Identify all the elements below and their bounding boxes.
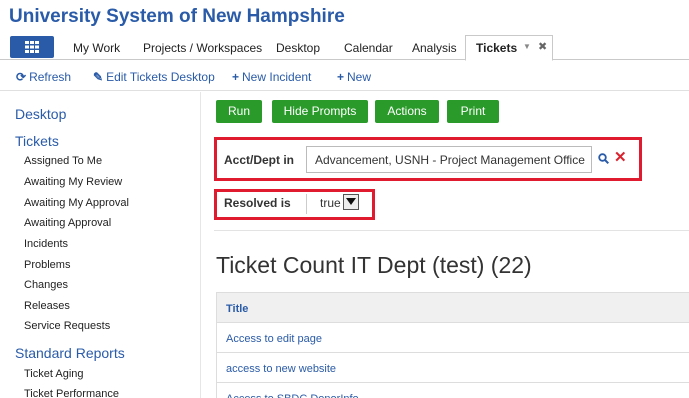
close-icon[interactable]: ✖ bbox=[538, 40, 547, 53]
table-row[interactable]: access to new website bbox=[216, 353, 689, 383]
sidebar-item-awaiting-approval[interactable]: Awaiting Approval bbox=[24, 217, 111, 229]
tab-my-work[interactable]: My Work bbox=[73, 41, 120, 55]
toolbar: ⟳ Refresh ✎ Edit Tickets Desktop + New Inci… bbox=[0, 61, 689, 91]
report-panel: Run Hide Prompts Actions Print Acct/Dept… bbox=[200, 92, 689, 398]
sidebar-item-service-requests[interactable]: Service Requests bbox=[24, 320, 110, 332]
sidebar-item-changes[interactable]: Changes bbox=[24, 279, 68, 291]
search-icon[interactable] bbox=[598, 153, 609, 164]
sidebar-item-ticket-performance[interactable]: Ticket Performance bbox=[24, 388, 119, 398]
new-incident-button[interactable]: + New Incident bbox=[232, 70, 311, 84]
table-row[interactable]: Access to SBDC DonorInfo bbox=[216, 383, 689, 398]
new-button[interactable]: + New bbox=[337, 70, 371, 84]
sidebar-desktop[interactable]: Desktop bbox=[15, 106, 66, 122]
run-button[interactable]: Run bbox=[216, 100, 262, 123]
new-incident-label: New Incident bbox=[242, 70, 312, 84]
dropdown-arrow-icon[interactable] bbox=[343, 194, 359, 210]
sidebar-item-awaiting-my-approval[interactable]: Awaiting My Approval bbox=[24, 197, 129, 209]
refresh-button[interactable]: ⟳ Refresh bbox=[16, 70, 71, 84]
sidebar-item-releases[interactable]: Releases bbox=[24, 300, 70, 312]
resolved-label: Resolved is bbox=[224, 196, 291, 210]
chevron-down-icon[interactable]: ▼ bbox=[523, 42, 531, 51]
sidebar-item-assigned-to-me[interactable]: Assigned To Me bbox=[24, 155, 102, 167]
tab-tickets[interactable]: Tickets ▼ ✖ bbox=[465, 35, 553, 61]
refresh-label: Refresh bbox=[29, 70, 72, 84]
edit-desktop-button[interactable]: ✎ Edit Tickets Desktop bbox=[93, 70, 215, 84]
sidebar-item-ticket-aging[interactable]: Ticket Aging bbox=[24, 368, 84, 380]
tab-projects-workspaces[interactable]: Projects / Workspaces bbox=[143, 41, 262, 55]
plus-icon: + bbox=[337, 70, 345, 84]
column-header-title[interactable]: Title bbox=[216, 293, 689, 323]
print-button[interactable]: Print bbox=[447, 100, 499, 123]
edit-desktop-label: Edit Tickets Desktop bbox=[106, 70, 215, 84]
sidebar: Desktop Tickets Assigned To Me Awaiting … bbox=[0, 92, 200, 398]
hide-prompts-button[interactable]: Hide Prompts bbox=[272, 100, 368, 123]
plus-icon: + bbox=[232, 70, 240, 84]
acct-dept-input[interactable]: Advancement, USNH - Project Management O… bbox=[306, 146, 592, 173]
tab-calendar[interactable]: Calendar bbox=[344, 41, 393, 55]
tab-desktop[interactable]: Desktop bbox=[276, 41, 320, 55]
actions-button[interactable]: Actions bbox=[375, 100, 439, 123]
refresh-icon: ⟳ bbox=[16, 70, 27, 84]
tab-bar: My Work Projects / Workspaces Desktop Ca… bbox=[0, 35, 689, 61]
app-menu-button[interactable] bbox=[10, 36, 54, 58]
new-label: New bbox=[347, 70, 372, 84]
pencil-icon: ✎ bbox=[93, 70, 104, 84]
resolved-value: true bbox=[320, 196, 341, 210]
sidebar-tickets[interactable]: Tickets bbox=[15, 133, 59, 149]
report-table: Title Access to edit page access to new … bbox=[216, 292, 689, 398]
sidebar-item-incidents[interactable]: Incidents bbox=[24, 238, 68, 250]
clear-icon[interactable]: ✕ bbox=[614, 148, 627, 166]
acct-dept-label: Acct/Dept in bbox=[224, 153, 295, 167]
divider bbox=[214, 230, 689, 231]
grid-icon bbox=[25, 41, 39, 53]
sidebar-item-awaiting-my-review[interactable]: Awaiting My Review bbox=[24, 176, 122, 188]
org-title: University System of New Hampshire bbox=[9, 6, 345, 27]
tab-analysis[interactable]: Analysis bbox=[412, 41, 457, 55]
table-row[interactable]: Access to edit page bbox=[216, 323, 689, 353]
tab-tickets-label: Tickets bbox=[476, 41, 518, 55]
resolved-select[interactable]: true bbox=[306, 194, 362, 214]
sidebar-standard-reports[interactable]: Standard Reports bbox=[15, 345, 125, 361]
report-title: Ticket Count IT Dept (test) (22) bbox=[216, 252, 532, 278]
sidebar-item-problems[interactable]: Problems bbox=[24, 259, 70, 271]
